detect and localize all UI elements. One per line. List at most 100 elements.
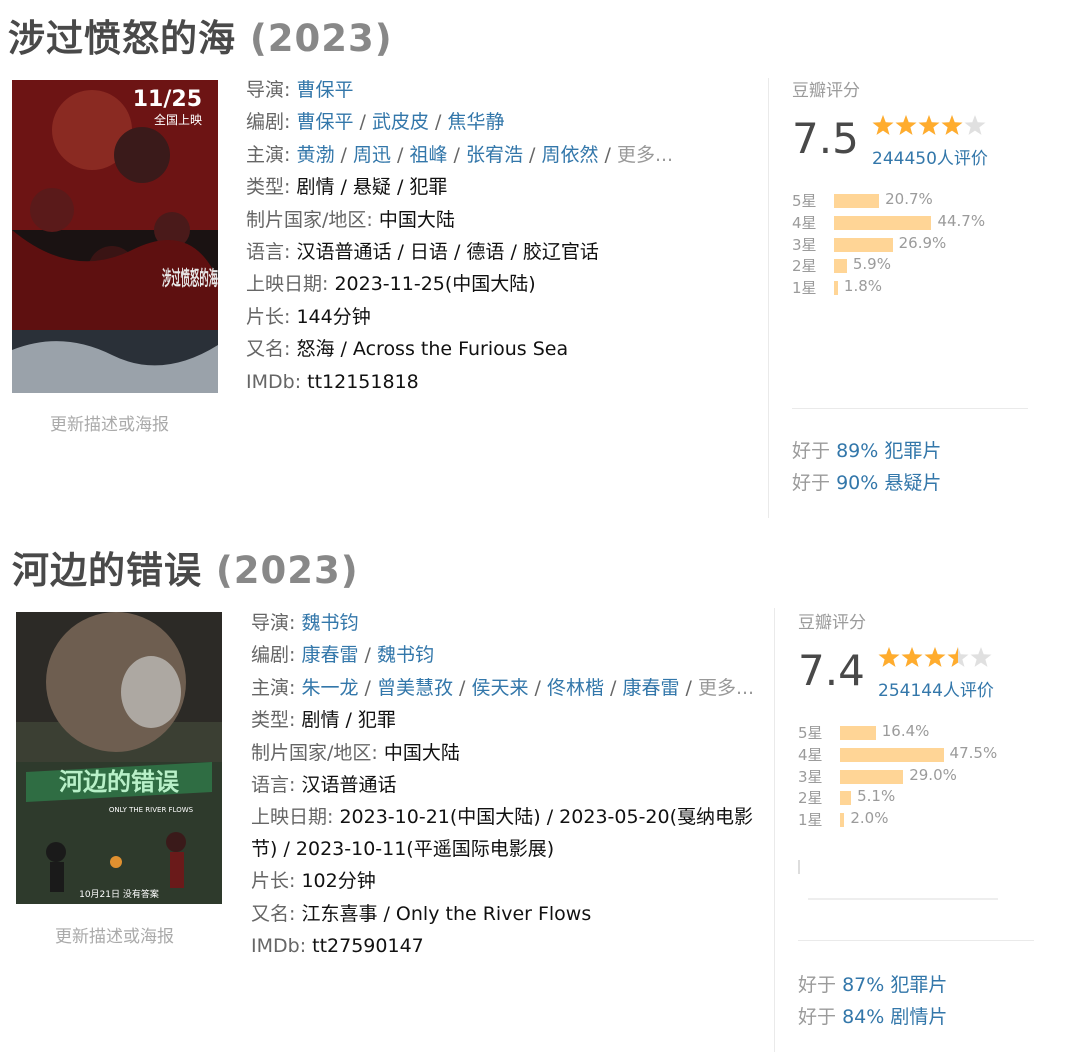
cast-link[interactable]: 朱一龙	[301, 677, 358, 699]
svg-text:11/25: 11/25	[133, 87, 202, 112]
imdb-label: IMDb:	[246, 370, 302, 393]
better-than-genre-link[interactable]: 剧情片	[890, 1006, 947, 1028]
cast-link[interactable]: 周依然	[541, 144, 598, 166]
better-than-genre-link[interactable]: 悬疑片	[884, 472, 941, 494]
better-than-genre-link[interactable]: 犯罪片	[890, 974, 947, 996]
runtime-label: 片长:	[251, 870, 296, 893]
movie-info: 导演: 魏书钧 编剧: 康春雷 / 魏书钧 主演: 朱一龙 / 曾美慧孜 / 侯…	[251, 607, 761, 963]
better-than-genre-link[interactable]: 犯罪片	[884, 440, 941, 462]
star-level-label: 1星	[792, 279, 817, 298]
director-label: 导演:	[246, 79, 291, 101]
more-cast-link[interactable]: 更多...	[698, 677, 754, 699]
update-poster-link[interactable]: 更新描述或海报	[50, 410, 169, 435]
rating-percent: 5.1%	[857, 787, 896, 806]
star-level-label: 4星	[792, 213, 817, 232]
cast-link[interactable]: 黄渤	[296, 144, 334, 166]
runtime-row: 片长: 102分钟	[251, 865, 761, 897]
more-cast-link[interactable]: 更多...	[617, 144, 673, 166]
genre-label: 类型:	[246, 176, 291, 199]
rating-percent: 29.0%	[909, 765, 957, 784]
cast-link[interactable]: 周迅	[353, 144, 391, 166]
aka-row: 又名: 江东喜事 / Only the River Flows	[251, 898, 761, 930]
rating-percent: 47.5%	[949, 743, 998, 762]
genre-row: 类型: 剧情 / 悬疑 / 犯罪	[246, 171, 673, 203]
rating-bar	[834, 281, 838, 296]
star-level-label: 2星	[798, 789, 823, 808]
star-icon-filled	[918, 115, 940, 135]
imdb-row: IMDb: tt27590147	[251, 930, 761, 962]
aka-label: 又名:	[246, 338, 291, 361]
movie-info: 导演: 曹保平 编剧: 曹保平 / 武皮皮 / 焦华静 主演: 黄渤 / 周迅 …	[246, 74, 673, 398]
language-label: 语言:	[246, 241, 291, 264]
better-than-prefix: 好于	[792, 440, 831, 462]
writer-label: 编剧:	[251, 644, 296, 667]
movie-poster[interactable]: 河边的错误 ONLY THE RIVER FLOWS 10月21日 没有答案	[16, 612, 222, 904]
better-than-item: 好于 89% 犯罪片	[792, 436, 941, 463]
release-row: 上映日期: 2023-10-21(中国大陆) / 2023-05-20(戛纳电影…	[251, 801, 761, 865]
better-than-prefix: 好于	[792, 472, 831, 494]
language-value: 汉语普通话	[301, 774, 397, 797]
rating-divider	[792, 408, 1028, 409]
writer-link[interactable]: 焦华静	[447, 111, 504, 133]
writer-link[interactable]: 康春雷	[301, 644, 358, 666]
movie-entry-2: 河边的错误 (2023) 河边的错误 ONLY THE RIVER FLOWS …	[0, 530, 1076, 1052]
writer-link[interactable]: 魏书钧	[377, 644, 434, 666]
rating-count-link[interactable]: 244450人评价	[872, 144, 988, 169]
better-than-pct[interactable]: 90%	[836, 472, 878, 494]
rating-bar	[840, 726, 876, 740]
better-than-pct[interactable]: 84%	[842, 1006, 884, 1028]
rating-score: 7.5	[792, 114, 859, 163]
genre-label: 类型:	[251, 709, 296, 732]
rating-bar	[834, 194, 880, 208]
svg-text:全国上映: 全国上映	[154, 112, 202, 127]
better-than-pct[interactable]: 89%	[836, 440, 878, 462]
rating-percent: 44.7%	[937, 211, 986, 230]
star-icon-filled	[872, 115, 894, 135]
better-than-item: 好于 84% 剧情片	[798, 1002, 947, 1029]
country-label: 制片国家/地区:	[251, 741, 378, 764]
movie-title: 河边的错误 (2023)	[12, 540, 359, 594]
section-divider	[774, 608, 775, 1052]
star-icon-filled	[924, 647, 946, 667]
rating-percent: 1.8%	[843, 277, 883, 296]
rating-percent: 26.9%	[898, 233, 947, 252]
movie-poster[interactable]: 11/25 全国上映 涉过愤怒的海	[12, 80, 218, 393]
rating-count-link[interactable]: 254144人评价	[878, 676, 994, 701]
cast-link[interactable]: 佟林楷	[547, 677, 604, 699]
rating-percent: 16.4%	[881, 722, 930, 740]
cast-link[interactable]: 侯天来	[471, 677, 528, 699]
rating-bar	[834, 259, 847, 274]
director-row: 导演: 魏书钧	[251, 607, 761, 639]
cast-link[interactable]: 曾美慧孜	[377, 677, 453, 699]
better-than-prefix: 好于	[798, 974, 837, 996]
writer-label: 编剧:	[246, 111, 291, 134]
rating-bar	[840, 769, 904, 784]
rating-bar	[840, 747, 944, 762]
language-row: 语言: 汉语普通话 / 日语 / 德语 / 胶辽官话	[246, 236, 673, 268]
release-label: 上映日期:	[251, 806, 334, 829]
cast-row: 主演: 黄渤 / 周迅 / 祖峰 / 张宥浩 / 周依然 / 更多...	[246, 143, 674, 166]
director-link[interactable]: 曹保平	[296, 79, 353, 101]
cast-link[interactable]: 祖峰	[409, 144, 447, 166]
director-link[interactable]: 魏书钧	[301, 612, 358, 634]
cast-link[interactable]: 张宥浩	[466, 144, 523, 166]
language-label: 语言:	[251, 774, 296, 797]
movie-year: (2023)	[249, 17, 393, 60]
star-icon-filled	[878, 647, 900, 667]
aka-label: 又名:	[251, 902, 296, 925]
country-row: 制片国家/地区: 中国大陆	[251, 737, 761, 769]
writer-link[interactable]: 武皮皮	[372, 111, 429, 133]
better-than-pct[interactable]: 87%	[842, 974, 884, 996]
cast-link[interactable]: 康春雷	[622, 677, 679, 699]
rating-percent: 5.9%	[852, 255, 891, 274]
movie-entry-1: 涉过愤怒的海 (2023) 11/25 全国上映 涉过愤怒的海 更新描述或海报 …	[0, 0, 1076, 520]
genre-row: 类型: 剧情 / 犯罪	[251, 704, 761, 736]
cast-label: 主演:	[251, 676, 296, 699]
writer-link[interactable]: 曹保平	[296, 111, 353, 133]
star-icon-filled	[895, 115, 917, 135]
runtime-row: 片长: 144分钟	[246, 301, 673, 333]
update-poster-link[interactable]: 更新描述或海报	[55, 922, 174, 947]
runtime-label: 片长:	[246, 305, 291, 328]
star-level-label: 2星	[792, 257, 817, 276]
cast-label: 主演:	[246, 143, 291, 166]
